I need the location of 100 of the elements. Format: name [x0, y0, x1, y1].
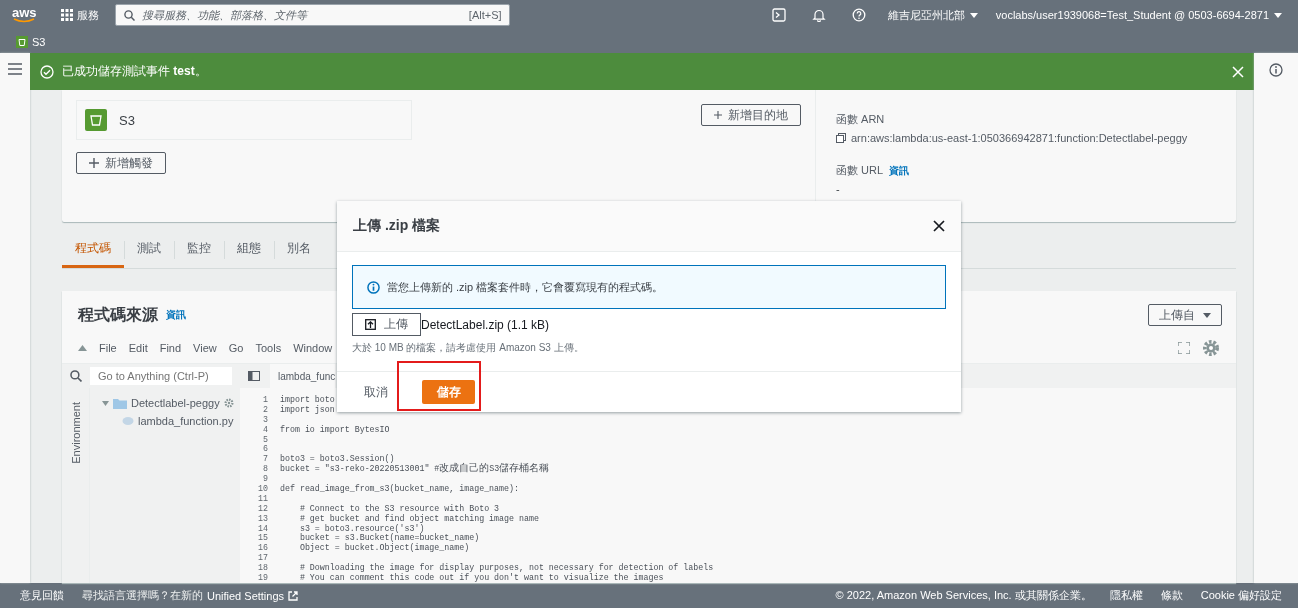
menu-icon[interactable]	[8, 63, 22, 75]
collapse-caret-icon[interactable]	[78, 345, 87, 351]
upload-icon	[365, 319, 376, 330]
line-number: 3	[262, 414, 269, 425]
tab[interactable]: 監控	[174, 232, 224, 268]
editor-tab[interactable]: lambda_func	[270, 364, 336, 388]
shortcut-hint: [Alt+S]	[468, 9, 502, 21]
line-number: 1	[262, 395, 269, 405]
add-trigger-button[interactable]: 新增觸發	[76, 152, 166, 174]
tree-item[interactable]: Detectlabel-peggy	[90, 394, 240, 412]
upload-button[interactable]: 上傳	[352, 313, 421, 336]
tab[interactable]: 別名	[274, 232, 324, 268]
menu-item[interactable]: Go	[222, 342, 250, 354]
line-number: 14	[257, 523, 269, 534]
line-number: 7	[262, 454, 269, 465]
favorite-link[interactable]: S3	[16, 35, 46, 48]
menu-item[interactable]: Window	[287, 342, 339, 354]
add-destination-button[interactable]: 新增目的地	[701, 104, 801, 126]
services-menu[interactable]: 服務	[60, 7, 99, 23]
info-link[interactable]: 資訊	[889, 165, 910, 176]
field-label: 函數 URL	[836, 164, 884, 176]
menu-item[interactable]: Find	[153, 342, 188, 354]
code-line: boto3 = boto3.Session()	[280, 454, 395, 465]
cancel-button[interactable]: 取消	[364, 380, 388, 404]
banner-message: 已成功儲存測試事件 test。	[62, 63, 208, 80]
line-number: 15	[257, 533, 269, 544]
line-number: 9	[262, 474, 269, 484]
environment-tab[interactable]: Environment	[69, 394, 82, 464]
line-number: 18	[257, 563, 269, 574]
line-number: 19	[257, 573, 269, 583]
upload-dialog[interactable]: 上傳 .zip 檔案 當您上傳新的 .zip 檔案套件時，它會覆寫現有的程式碼。 上傳 DetectLabel.zip (1.1 kB) 大於 10 MB 的檔案，請考慮使用 Amazon S3 上傳。 取消 儲存	[337, 201, 961, 412]
bell-icon[interactable]	[811, 8, 826, 22]
footer-link[interactable]: Cookie 偏好設定	[1200, 588, 1282, 603]
code-line: # You can comment this code out if you don't want to visualize the images	[298, 573, 664, 583]
aws-logo[interactable]: aws	[12, 7, 37, 23]
panel-toggle-icon[interactable]	[248, 371, 260, 381]
info-link[interactable]: 資訊	[166, 308, 186, 322]
bucket-icon	[16, 35, 28, 48]
search-icon	[123, 10, 135, 21]
help-icon[interactable]	[851, 8, 866, 22]
settings-icon[interactable]	[1202, 339, 1220, 357]
code-line: Object = bucket.Object(image_name)	[298, 543, 470, 554]
menu-item[interactable]: View	[187, 342, 223, 354]
code-line: import json	[280, 404, 335, 415]
info-icon	[367, 280, 380, 294]
menu-item[interactable]: Tools	[249, 342, 288, 354]
code-line: def read_image_from_s3(bucket_name, image_name):	[280, 484, 519, 494]
external-link-icon	[288, 590, 299, 601]
footer-link[interactable]: 隱私權	[1109, 588, 1143, 603]
grid-icon	[60, 9, 73, 21]
file-name: DetectLabel.zip (1.1 kB)	[421, 317, 550, 332]
bucket-icon	[85, 109, 107, 131]
check-circle-icon	[40, 64, 54, 79]
code-line: bucket = "s3-reko-20220513001" #改成自己的S3儲存桶名稱	[280, 464, 550, 475]
line-number: 2	[262, 404, 269, 415]
settings-link[interactable]: Unified Settings	[207, 589, 299, 602]
code-line: s3 = boto3.resource('s3')	[298, 523, 425, 534]
info-icon[interactable]	[1269, 63, 1283, 77]
url-value: -	[836, 183, 841, 195]
line-number: 5	[262, 434, 269, 445]
tab[interactable]: 組態	[224, 232, 274, 268]
footer-link[interactable]: 條款	[1160, 588, 1183, 603]
trigger-name: S3	[119, 112, 135, 128]
trigger-card[interactable]: S3	[76, 100, 412, 140]
expand-caret-icon[interactable]	[102, 399, 109, 407]
upload-hint: 大於 10 MB 的檔案，請考慮使用 Amazon S3 上傳。	[352, 341, 585, 355]
line-number: 13	[257, 513, 269, 524]
menu-item[interactable]: File	[93, 342, 123, 354]
search-icon	[70, 370, 82, 382]
region-menu[interactable]: 維吉尼亞州北部	[883, 7, 982, 23]
alert-message: 當您上傳新的 .zip 檔案套件時，它會覆寫現有的程式碼。	[387, 279, 664, 295]
feedback-link[interactable]: 意見回饋	[20, 588, 64, 603]
language-hint: 尋找語言選擇嗎？在新的	[82, 588, 203, 603]
line-number: 8	[262, 464, 269, 475]
account-menu[interactable]: voclabs/user1939068=Test_Student @ 0503-6694-2871	[991, 9, 1286, 21]
tab[interactable]: 測試	[124, 232, 174, 268]
file-icon	[122, 416, 134, 426]
tree-item[interactable]: lambda_function.py	[110, 412, 240, 430]
code-line: import boto	[280, 395, 335, 405]
tab[interactable]: 程式碼	[62, 232, 124, 268]
code-line: # get bucket and find object matching image name	[298, 513, 539, 524]
code-line: from io import BytesIO	[280, 424, 390, 435]
close-icon[interactable]	[933, 220, 945, 232]
line-number: 12	[257, 503, 269, 514]
caret-icon	[969, 12, 978, 18]
plus-icon	[714, 110, 722, 120]
line-number: 4	[262, 424, 269, 435]
caret-icon	[1274, 12, 1282, 18]
terminal-icon[interactable]	[771, 8, 786, 22]
field-label: 函數 ARN	[836, 112, 886, 127]
upload-from-button[interactable]: 上傳自	[1148, 304, 1222, 326]
search-field[interactable]: Go to Anything (Ctrl-P)	[90, 367, 232, 385]
caret-icon	[1203, 312, 1211, 318]
fullscreen-icon[interactable]	[1178, 342, 1190, 354]
folder-icon	[113, 397, 127, 409]
menu-item[interactable]: Edit	[122, 342, 154, 354]
code-line: bucket = s3.Bucket(name=bucket_name)	[298, 533, 480, 544]
copyright: © 2022, Amazon Web Services, Inc. 或其關係企業。	[835, 588, 1092, 603]
line-number: 17	[257, 553, 269, 564]
copy-icon[interactable]	[836, 133, 846, 143]
